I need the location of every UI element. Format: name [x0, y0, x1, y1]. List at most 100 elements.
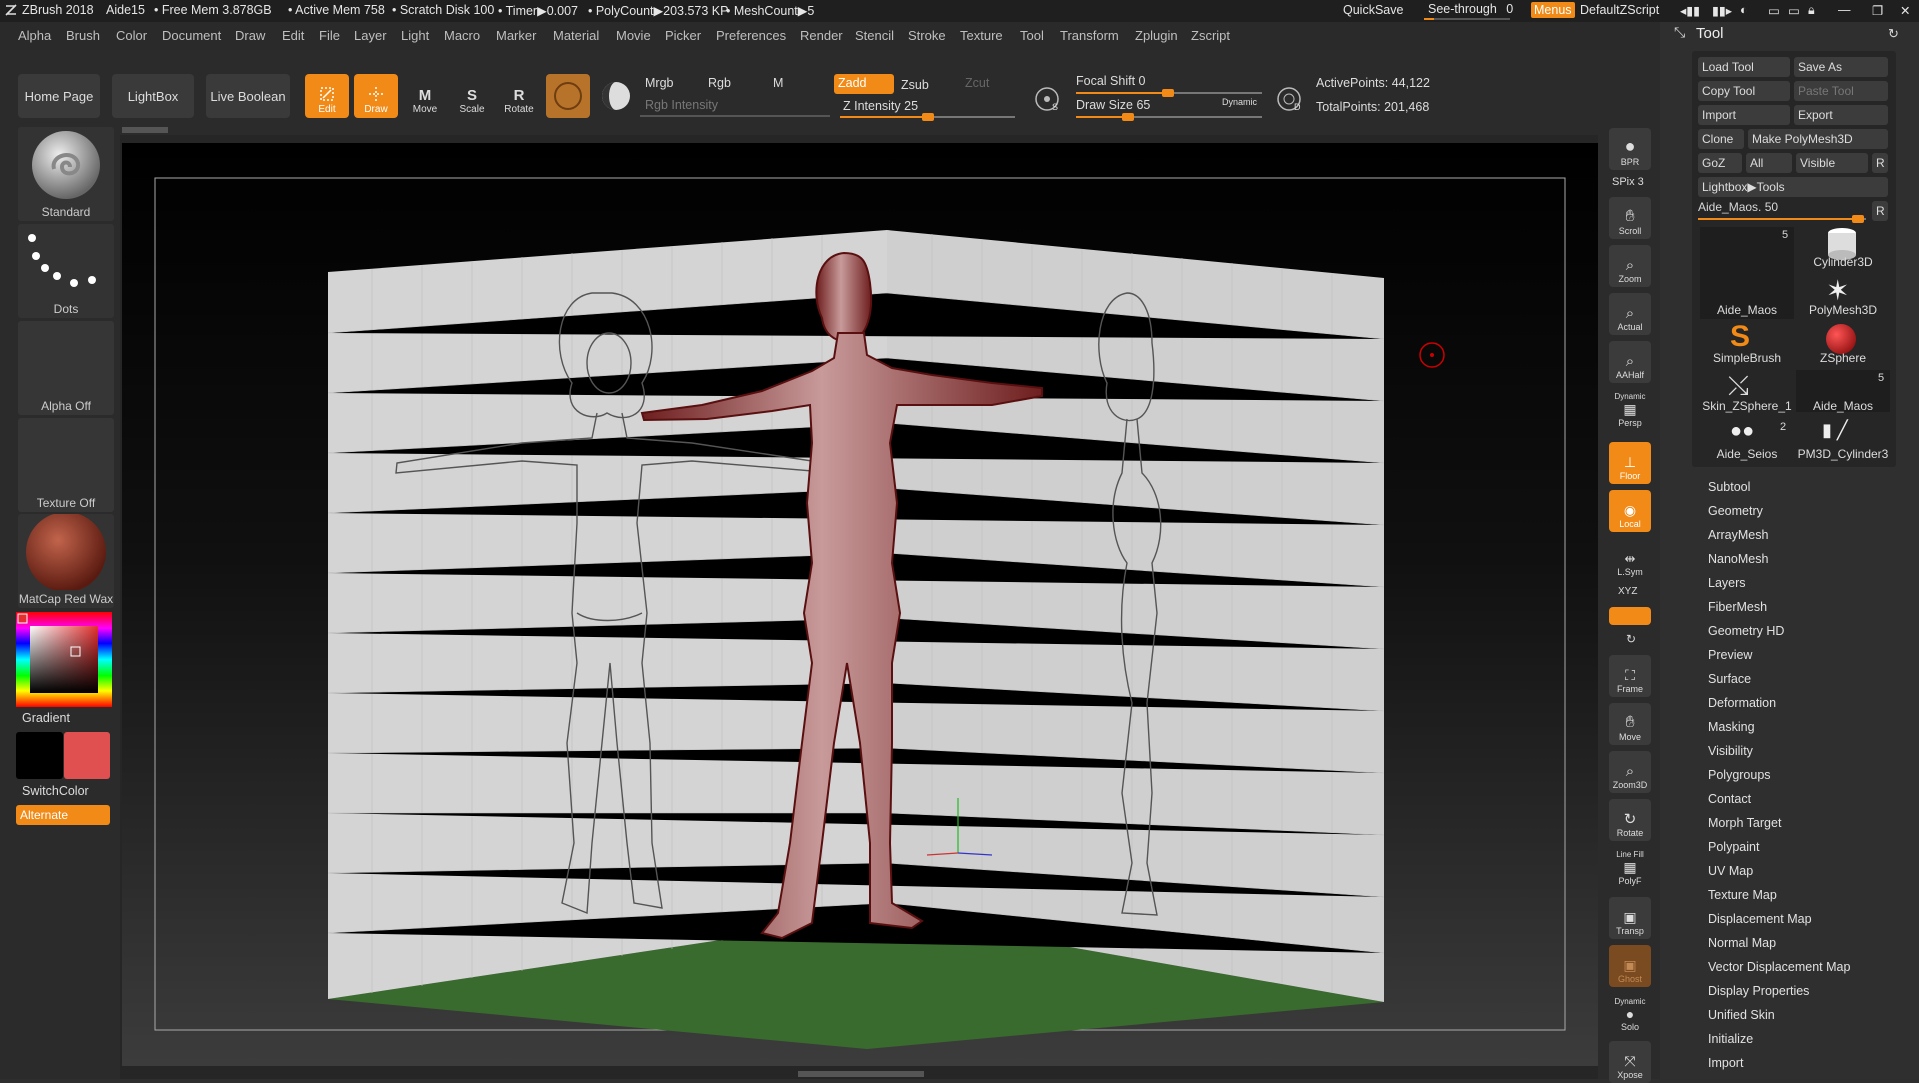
- maximize-icon[interactable]: ❐: [1872, 3, 1883, 18]
- color-picker[interactable]: [16, 612, 112, 707]
- layout-icon[interactable]: ◂▮▮: [1680, 3, 1700, 18]
- menu-preferences[interactable]: Preferences: [716, 28, 786, 43]
- canvas-scroll-handle[interactable]: [122, 127, 168, 133]
- m-button[interactable]: M: [773, 76, 783, 90]
- spix-slider[interactable]: SPix 3: [1612, 176, 1644, 188]
- focal-shift-icon[interactable]: S: [1032, 84, 1062, 114]
- subpalette-displacement-map[interactable]: Displacement Map: [1708, 912, 1812, 926]
- ghost-button[interactable]: ▣ Ghost: [1609, 945, 1651, 987]
- color-mode-icon[interactable]: [600, 80, 632, 112]
- texture-button[interactable]: Texture Off: [18, 418, 114, 512]
- goz-button[interactable]: GoZ: [1698, 153, 1742, 173]
- swatch-icon[interactable]: ◐: [1740, 3, 1748, 17]
- goz-r-button[interactable]: R: [1872, 153, 1888, 173]
- restore-icon-2[interactable]: ▭: [1788, 3, 1800, 18]
- lsym-button[interactable]: ⇹ L.Sym: [1609, 538, 1651, 580]
- zoom3d-button[interactable]: ⌕ Zoom3D: [1609, 751, 1651, 793]
- subpalette-geometry-hd[interactable]: Geometry HD: [1708, 624, 1784, 638]
- menus-button[interactable]: Menus: [1531, 2, 1575, 18]
- subpalette-morph-target[interactable]: Morph Target: [1708, 816, 1781, 830]
- menu-tool[interactable]: Tool: [1020, 28, 1044, 43]
- secondary-color-swatch[interactable]: [64, 732, 110, 779]
- subpalette-deformation[interactable]: Deformation: [1708, 696, 1776, 710]
- subpalette-fibermesh[interactable]: FiberMesh: [1708, 600, 1767, 614]
- material-swatch-button[interactable]: [546, 74, 590, 118]
- zoom-button[interactable]: ⌕ Zoom: [1609, 245, 1651, 287]
- home-page-button[interactable]: Home Page: [18, 74, 100, 118]
- see-through-slider[interactable]: See-through 0: [1428, 2, 1513, 16]
- live-boolean-button[interactable]: Live Boolean: [206, 74, 290, 118]
- menu-marker[interactable]: Marker: [496, 28, 536, 43]
- xyz-button[interactable]: XYZ: [1618, 586, 1637, 597]
- subpalette-nanomesh[interactable]: NanoMesh: [1708, 552, 1768, 566]
- rotate-button[interactable]: R Rotate: [497, 74, 541, 118]
- paste-tool-button[interactable]: Paste Tool: [1794, 81, 1888, 101]
- transp-button[interactable]: ▣ Transp: [1609, 897, 1651, 939]
- bpr-button[interactable]: ● BPR: [1609, 128, 1651, 170]
- rgb-button[interactable]: Rgb: [708, 76, 731, 90]
- layout-icon-2[interactable]: ▮▮▸: [1712, 3, 1732, 18]
- pm3d-cylinder-icon[interactable]: ▮ ╱: [1822, 420, 1848, 441]
- current-tool-slider[interactable]: Aide_Maos. 50: [1698, 200, 1868, 220]
- skin-zsphere-icon[interactable]: ⤯: [1728, 370, 1749, 402]
- subpalette-masking[interactable]: Masking: [1708, 720, 1755, 734]
- tool-palette-title[interactable]: Tool: [1696, 25, 1724, 42]
- all-button[interactable]: All: [1746, 153, 1792, 173]
- scale-button[interactable]: S Scale: [450, 74, 494, 118]
- clone-button[interactable]: Clone: [1698, 129, 1744, 149]
- menu-file[interactable]: File: [319, 28, 340, 43]
- menu-layer[interactable]: Layer: [354, 28, 387, 43]
- restore-icon[interactable]: ▭: [1768, 3, 1780, 18]
- rgb-intensity-track[interactable]: [640, 115, 830, 117]
- menu-document[interactable]: Document: [162, 28, 221, 43]
- tool-pin-icon[interactable]: ⤡: [1674, 24, 1685, 41]
- export-button[interactable]: Export: [1794, 105, 1888, 125]
- make-polymesh3d-button[interactable]: Make PolyMesh3D: [1748, 129, 1888, 149]
- draw-size-icon[interactable]: D: [1274, 84, 1304, 114]
- simplebrush-icon[interactable]: S: [1730, 320, 1750, 354]
- menu-draw[interactable]: Draw: [235, 28, 265, 43]
- quicksave-button[interactable]: QuickSave: [1343, 3, 1403, 17]
- menu-stroke[interactable]: Stroke: [908, 28, 946, 43]
- subpalette-vector-displacement-map[interactable]: Vector Displacement Map: [1708, 960, 1850, 974]
- persp-button[interactable]: Dynamic ▦ Persp: [1609, 389, 1651, 431]
- menu-material[interactable]: Material: [553, 28, 599, 43]
- save-as-button[interactable]: Save As: [1794, 57, 1888, 77]
- menu-color[interactable]: Color: [116, 28, 147, 43]
- edit-button[interactable]: Edit: [305, 74, 349, 118]
- subpalette-unified-skin[interactable]: Unified Skin: [1708, 1008, 1775, 1022]
- subpalette-initialize[interactable]: Initialize: [1708, 1032, 1753, 1046]
- menu-transform[interactable]: Transform: [1060, 28, 1119, 43]
- rgb-intensity-slider[interactable]: Rgb Intensity: [645, 98, 718, 112]
- alpha-button[interactable]: Alpha Off: [18, 321, 114, 415]
- subpalette-visibility[interactable]: Visibility: [1708, 744, 1753, 758]
- subpalette-polypaint[interactable]: Polypaint: [1708, 840, 1759, 854]
- minimize-icon[interactable]: —: [1838, 3, 1851, 17]
- subpalette-display-properties[interactable]: Display Properties: [1708, 984, 1809, 998]
- lightbox-tools-button[interactable]: Lightbox▶Tools: [1698, 177, 1888, 197]
- subpalette-geometry[interactable]: Geometry: [1708, 504, 1763, 518]
- rotate-axis-button[interactable]: [1609, 607, 1651, 625]
- copy-tool-button[interactable]: Copy Tool: [1698, 81, 1790, 101]
- scroll-button[interactable]: ✋︎ Scroll: [1609, 197, 1651, 239]
- zsphere-icon[interactable]: [1826, 324, 1856, 354]
- rotate-view-button[interactable]: ↻ Rotate: [1609, 799, 1651, 841]
- tool-r-button[interactable]: R: [1872, 201, 1888, 221]
- menu-render[interactable]: Render: [800, 28, 843, 43]
- menu-zplugin[interactable]: Zplugin: [1135, 28, 1178, 43]
- draw-size-slider[interactable]: Draw Size 65: [1076, 98, 1150, 112]
- subpalette-uv-map[interactable]: UV Map: [1708, 864, 1753, 878]
- load-tool-button[interactable]: Load Tool: [1698, 57, 1790, 77]
- draw-size-track[interactable]: [1076, 113, 1262, 121]
- gradient-label[interactable]: Gradient: [22, 711, 70, 725]
- subpalette-import[interactable]: Import: [1708, 1056, 1743, 1070]
- floor-button[interactable]: ⊥ Floor: [1609, 442, 1651, 484]
- default-zscript-button[interactable]: DefaultZScript: [1580, 3, 1659, 17]
- stroke-button[interactable]: Dots: [18, 224, 114, 318]
- import-button[interactable]: Import: [1698, 105, 1790, 125]
- palette-refresh-icon[interactable]: ↻: [1888, 26, 1899, 42]
- menu-movie[interactable]: Movie: [616, 28, 651, 43]
- document-canvas[interactable]: [122, 143, 1598, 1066]
- menu-texture[interactable]: Texture: [960, 28, 1003, 43]
- polyf-button[interactable]: Line Fill ▦ PolyF: [1609, 847, 1651, 889]
